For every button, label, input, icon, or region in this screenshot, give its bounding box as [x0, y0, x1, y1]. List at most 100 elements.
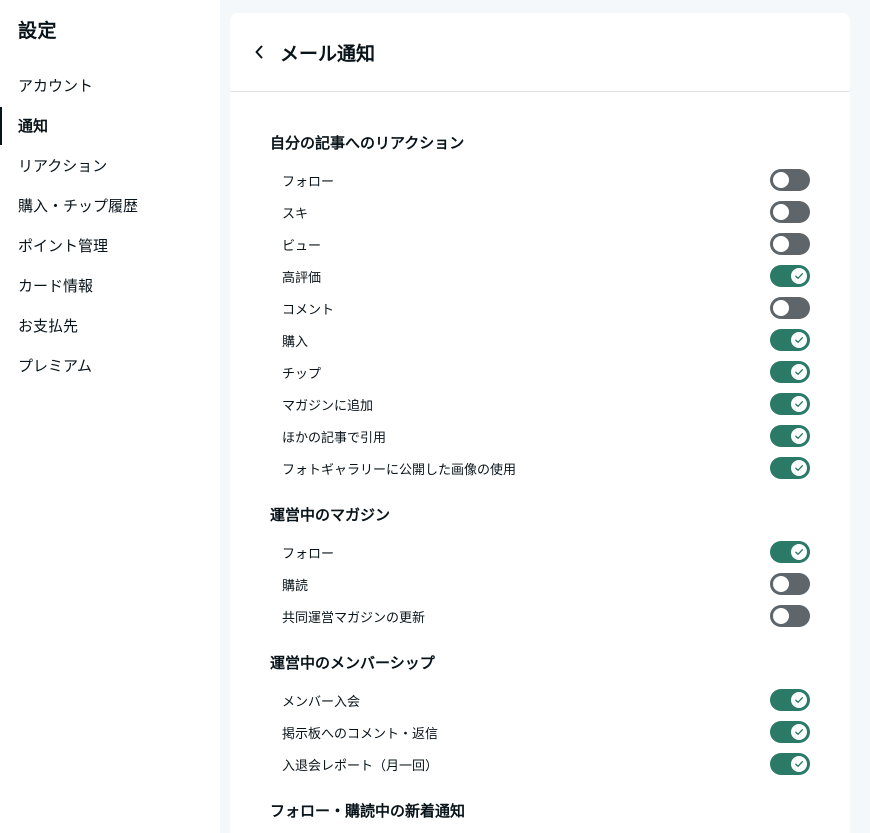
- notification-toggle[interactable]: [770, 361, 810, 383]
- setting-row: 購読: [270, 568, 810, 600]
- check-icon: [795, 369, 803, 375]
- sidebar-item[interactable]: カード情報: [0, 266, 220, 306]
- setting-label: メンバー入会: [282, 694, 361, 710]
- toggle-knob: [773, 300, 789, 316]
- notification-toggle[interactable]: [770, 297, 810, 319]
- setting-label: ほかの記事で引用: [282, 430, 387, 446]
- notification-toggle[interactable]: [770, 689, 810, 711]
- setting-label: フォロー: [282, 546, 335, 562]
- notification-toggle[interactable]: [770, 393, 810, 415]
- toggle-knob: [791, 428, 807, 444]
- sidebar-nav: アカウント 通知 リアクション 購入・チップ履歴 ポイント管理 カード情報 お支払先 プレミア…: [0, 66, 220, 386]
- setting-row: 掲示板へのコメント・返信: [270, 716, 810, 748]
- notification-toggle[interactable]: [770, 265, 810, 287]
- section-title: フォロー・購読中の新着通知: [270, 802, 466, 820]
- notification-toggle[interactable]: [770, 573, 810, 595]
- setting-label: 共同運営マガジンの更新: [282, 610, 426, 626]
- check-icon: [795, 697, 803, 703]
- toggle-knob: [773, 608, 789, 624]
- toggle-knob: [791, 724, 807, 740]
- setting-label: チップ: [282, 366, 322, 382]
- notification-toggle[interactable]: [770, 753, 810, 775]
- sidebar-item[interactable]: リアクション: [0, 146, 220, 186]
- check-icon: [795, 465, 803, 471]
- sidebar-title: 設定: [18, 20, 58, 42]
- toggle-knob: [791, 544, 807, 560]
- settings-page: 設定 アカウント 通知 リアクション 購入・チップ履歴 ポイント管理 カード情報 お支払先プ…: [0, 0, 870, 833]
- setting-label: 購入: [282, 334, 309, 350]
- setting-label: スキ: [282, 206, 309, 222]
- setting-label: フォトギャラリーに公開した画像の使用: [282, 462, 517, 478]
- panel-header: メール通知: [230, 13, 850, 92]
- setting-label: 掲示板へのコメント・返信: [282, 726, 439, 742]
- setting-label: マガジンに追加: [282, 398, 374, 414]
- check-icon: [795, 273, 803, 279]
- toggle-knob: [773, 172, 789, 188]
- notification-toggle[interactable]: [770, 201, 810, 223]
- sidebar-item[interactable]: 通知: [0, 106, 220, 146]
- notification-toggle[interactable]: [770, 457, 810, 479]
- settings-section: 運営中のメンバーシップメンバー入会掲示板へのコメント・返信 入退会レポート（月一回…: [270, 652, 810, 780]
- settings-section: 運営中のマガジンフォロー購読共同運営マガジンの更新: [270, 504, 810, 632]
- setting-row: 購入: [270, 324, 810, 356]
- settings-content: 自分の記事へのリアクション フォロー スキ ビュー 高評価 コメント 購入 チップ マガジンに追…: [230, 92, 850, 822]
- setting-row: マガジンに追加: [270, 388, 810, 420]
- check-icon: [795, 761, 803, 767]
- toggle-knob: [791, 460, 807, 476]
- toggle-knob: [773, 236, 789, 252]
- section-title: 運営中のマガジン: [270, 506, 391, 524]
- toggle-knob: [791, 332, 807, 348]
- back-button[interactable]: [252, 42, 266, 62]
- notification-toggle[interactable]: [770, 425, 810, 447]
- toggle-knob: [791, 396, 807, 412]
- setting-row: ビュー: [270, 228, 810, 260]
- sidebar-item[interactable]: プレミアム: [0, 346, 220, 386]
- notification-toggle[interactable]: [770, 541, 810, 563]
- check-icon: [795, 433, 803, 439]
- setting-label: コメント: [282, 302, 335, 318]
- toggle-knob: [791, 268, 807, 284]
- toggle-knob: [791, 692, 807, 708]
- notification-toggle[interactable]: [770, 605, 810, 627]
- setting-row: フォロー: [270, 164, 810, 196]
- setting-row: 入退会レポート（月一回）: [270, 748, 810, 780]
- sidebar: 設定 アカウント 通知 リアクション 購入・チップ履歴 ポイント管理 カード情報 お支払先プ…: [0, 0, 220, 833]
- setting-row: 共同運営マガジンの更新: [270, 600, 810, 632]
- setting-row: チップ: [270, 356, 810, 388]
- setting-row: スキ: [270, 196, 810, 228]
- settings-section: 自分の記事へのリアクションフォロースキビュー高評価コメント購入チップマガジンに追…: [270, 132, 810, 484]
- toggle-knob: [791, 756, 807, 772]
- notification-toggle[interactable]: [770, 329, 810, 351]
- setting-row: フォトギャラリーに公開した画像の使用: [270, 452, 810, 484]
- section-title: 運営中のメンバーシップ: [270, 654, 435, 672]
- chevron-left-icon: [255, 45, 263, 59]
- setting-label: フォロー: [282, 174, 335, 190]
- setting-row: ほかの記事で引用: [270, 420, 810, 452]
- setting-row: 高評価: [270, 260, 810, 292]
- sidebar-item[interactable]: お支払先: [0, 306, 220, 346]
- check-icon: [795, 337, 803, 343]
- setting-label: 購読: [282, 578, 309, 594]
- toggle-knob: [791, 364, 807, 380]
- setting-row: メンバー入会: [270, 684, 810, 716]
- check-icon: [795, 729, 803, 735]
- section-title: 自分の記事へのリアクション: [270, 134, 465, 152]
- setting-label: ビュー: [282, 238, 322, 254]
- settings-section: フォロー・購読中の新着通知: [270, 800, 810, 822]
- sidebar-item[interactable]: ポイント管理: [0, 226, 220, 266]
- toggle-knob: [773, 204, 789, 220]
- notification-toggle[interactable]: [770, 233, 810, 255]
- setting-row: フォロー: [270, 536, 810, 568]
- sidebar-item[interactable]: 購入・チップ履歴: [0, 186, 220, 226]
- notification-toggle[interactable]: [770, 721, 810, 743]
- setting-row: コメント: [270, 292, 810, 324]
- check-icon: [795, 549, 803, 555]
- main-panel: メール通知 自分の記事へのリアクション フォロー スキ ビュー 高評価 コメント 購入 チップ…: [230, 13, 850, 833]
- setting-label: 高評価: [282, 270, 322, 286]
- check-icon: [795, 401, 803, 407]
- page-title: メール通知: [280, 42, 376, 65]
- sidebar-item[interactable]: アカウント: [0, 66, 220, 106]
- notification-toggle[interactable]: [770, 169, 810, 191]
- toggle-knob: [773, 576, 789, 592]
- setting-label: 入退会レポート（月一回）: [282, 758, 439, 774]
